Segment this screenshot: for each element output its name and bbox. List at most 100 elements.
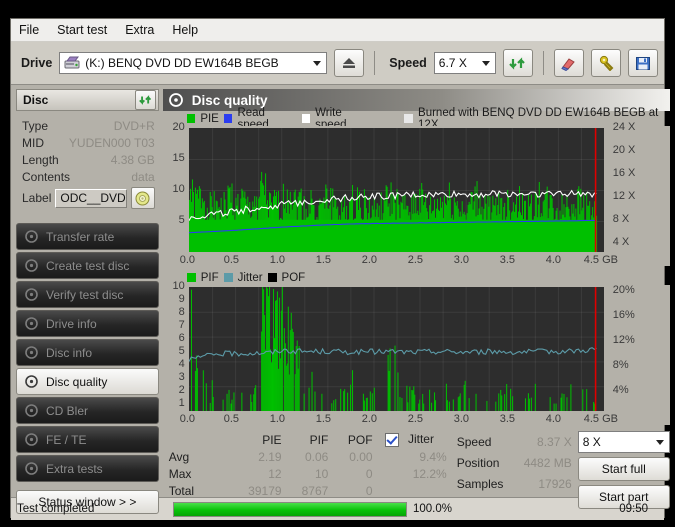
disc-test-icon [25,462,38,475]
disc-icon-button[interactable] [130,187,155,209]
erase-button[interactable] [553,49,584,77]
stats-col-pie: PIE [262,432,282,447]
stats-corner [163,431,233,448]
test-speed-value: 8 X [582,435,601,449]
disc-label-input[interactable]: ODC__DVD [55,188,127,208]
legend-swatch-burned-with [404,114,414,123]
pif-y-tick-8: 8 [178,306,185,318]
pie-x-tick-2: 1.0 [269,254,286,266]
table-header-row: PIE PIF POF Jitter [163,431,453,448]
readout-samples-value: 17926 [538,476,572,491]
pif-y-tick-6: 6 [178,332,185,344]
legend-swatch-pof [267,273,277,282]
main-panel: Disc quality PIE Read speed Write speed … [162,85,674,509]
disc-label-row: Label ODC__DVD [22,187,155,209]
legend-swatch-pie [186,114,196,123]
pif-x-tick-6: 3.0 [453,413,470,425]
pie-y2-tick-16x: 16 X [612,167,636,179]
pif-y-tick-2: 2 [178,384,185,396]
disc-contents-value: data [131,169,155,184]
stats-avg-jitter: 9.4% [419,449,447,464]
toolbar: Drive (K:) BENQ DVD DD EW164B BEGB Speed… [11,42,664,85]
pie-plot-area[interactable] [188,128,604,252]
opti-drive-control-window: File Start test Extra Help Drive (K:) BE… [10,18,670,520]
readout-row-position: Position 4482 MB [457,452,572,473]
progress-bar-fill [174,502,406,516]
stats-max-pie: 12 [268,466,282,481]
disc-refresh-button[interactable] [134,90,156,110]
speed-label: Speed [389,56,427,70]
save-button[interactable] [627,49,658,77]
stats-col-jitter: Jitter [407,432,434,447]
readout-speed-label: Speed [456,434,492,449]
pif-y-tick-4: 4 [178,358,185,370]
sidebar-item-create-test-disc[interactable]: Create test disc [16,252,159,279]
test-nav-list: Transfer rate Create test disc Verify te… [16,223,159,482]
drive-icon [64,56,80,68]
sidebar-item-fe-te[interactable]: FE / TE [16,426,159,453]
refresh-button[interactable] [502,49,533,77]
elapsed-time: 09:50 [619,503,648,515]
pie-y2-tick-24x: 24 X [612,121,636,133]
sidebar-item-extra-tests[interactable]: Extra tests [16,455,159,482]
start-full-button[interactable]: Start full [577,457,670,481]
sidebar-item-cd-bler[interactable]: CD Bler [16,397,159,424]
menu-item-help[interactable]: Help [172,23,198,37]
menu-item-extra[interactable]: Extra [125,23,154,37]
pie-y2-tick-12x: 12 X [612,190,636,202]
speed-select[interactable]: 6.7 X [433,52,496,74]
sidebar-item-disc-info[interactable]: Disc info [16,339,159,366]
legend-label-pof: POF [281,271,306,284]
pie-y-tick-5: 5 [178,214,185,226]
pie-y2-tick-4x: 4 X [612,236,630,248]
menu-item-start-test[interactable]: Start test [57,23,107,37]
readout-values: Speed 8.37 X Position 4482 MB Samples 17… [457,431,572,509]
sidebar-item-label: Create test disc [46,258,130,273]
pif-y-tick-3: 3 [178,371,185,383]
settings-button[interactable] [590,49,621,77]
pie-x-tick-5: 2.5 [407,254,424,266]
stats-col-pof: POF [347,432,373,447]
jitter-checkbox[interactable] [384,432,399,447]
pif-x-tick-7: 3.5 [499,413,516,425]
disc-test-icon [25,433,38,446]
menu-item-file[interactable]: File [19,23,39,37]
drive-select[interactable]: (K:) BENQ DVD DD EW164B BEGB [59,52,328,74]
disc-info-row-type: Type DVD+R [22,117,155,134]
disc-info-row-contents: Contents data [22,168,155,185]
stats-row-label-avg: Avg [168,449,190,464]
stats-max-pif: 10 [314,466,329,481]
stats-row-label-total: Total [168,483,195,498]
eject-button[interactable] [334,49,365,77]
test-controls: 8 X Start full Start part [572,431,670,509]
chevron-down-icon [313,61,322,66]
sidebar-item-drive-info[interactable]: Drive info [16,310,159,337]
sidebar-item-verify-test-disc[interactable]: Verify test disc [16,281,159,308]
stats-col-jitter-cell: Jitter [379,431,453,448]
readout-row-samples: Samples 17926 [457,473,572,494]
stats-max-pof: 0 [365,466,373,481]
disc-type-label: Type [22,118,49,133]
pie-x-tick-7: 3.5 [499,254,516,266]
pie-x-tick-0: 0.0 [179,254,196,266]
pif-x-tick-5: 2.5 [407,413,424,425]
pif-y-tick-1: 1 [178,397,185,409]
disc-test-icon [25,375,38,388]
status-message: Test completed [17,503,95,515]
pif-plot-area[interactable] [188,287,604,411]
chevron-down-icon [481,61,490,66]
pif-x-tick-4: 2.0 [361,413,378,425]
disc-mid-value: YUDEN000 T03 [68,135,155,150]
pif-y-tick-7: 7 [178,319,185,331]
pie-y2-tick-8x: 8 X [612,213,630,225]
sidebar-item-transfer-rate[interactable]: Transfer rate [16,223,159,250]
pif-x-tick-0: 0.0 [179,413,196,425]
pie-y-tick-20: 20 [172,121,185,133]
sidebar-item-label: Drive info [46,316,97,331]
pif-x-tick-1: 0.5 [223,413,240,425]
sidebar-item-disc-quality[interactable]: Disc quality [16,368,159,395]
pif-x-tick-2: 1.0 [269,413,286,425]
test-speed-select[interactable]: 8 X [577,431,670,453]
disc-info-row-mid: MID YUDEN000 T03 [22,134,155,151]
legend-swatch-write-speed [301,114,311,123]
